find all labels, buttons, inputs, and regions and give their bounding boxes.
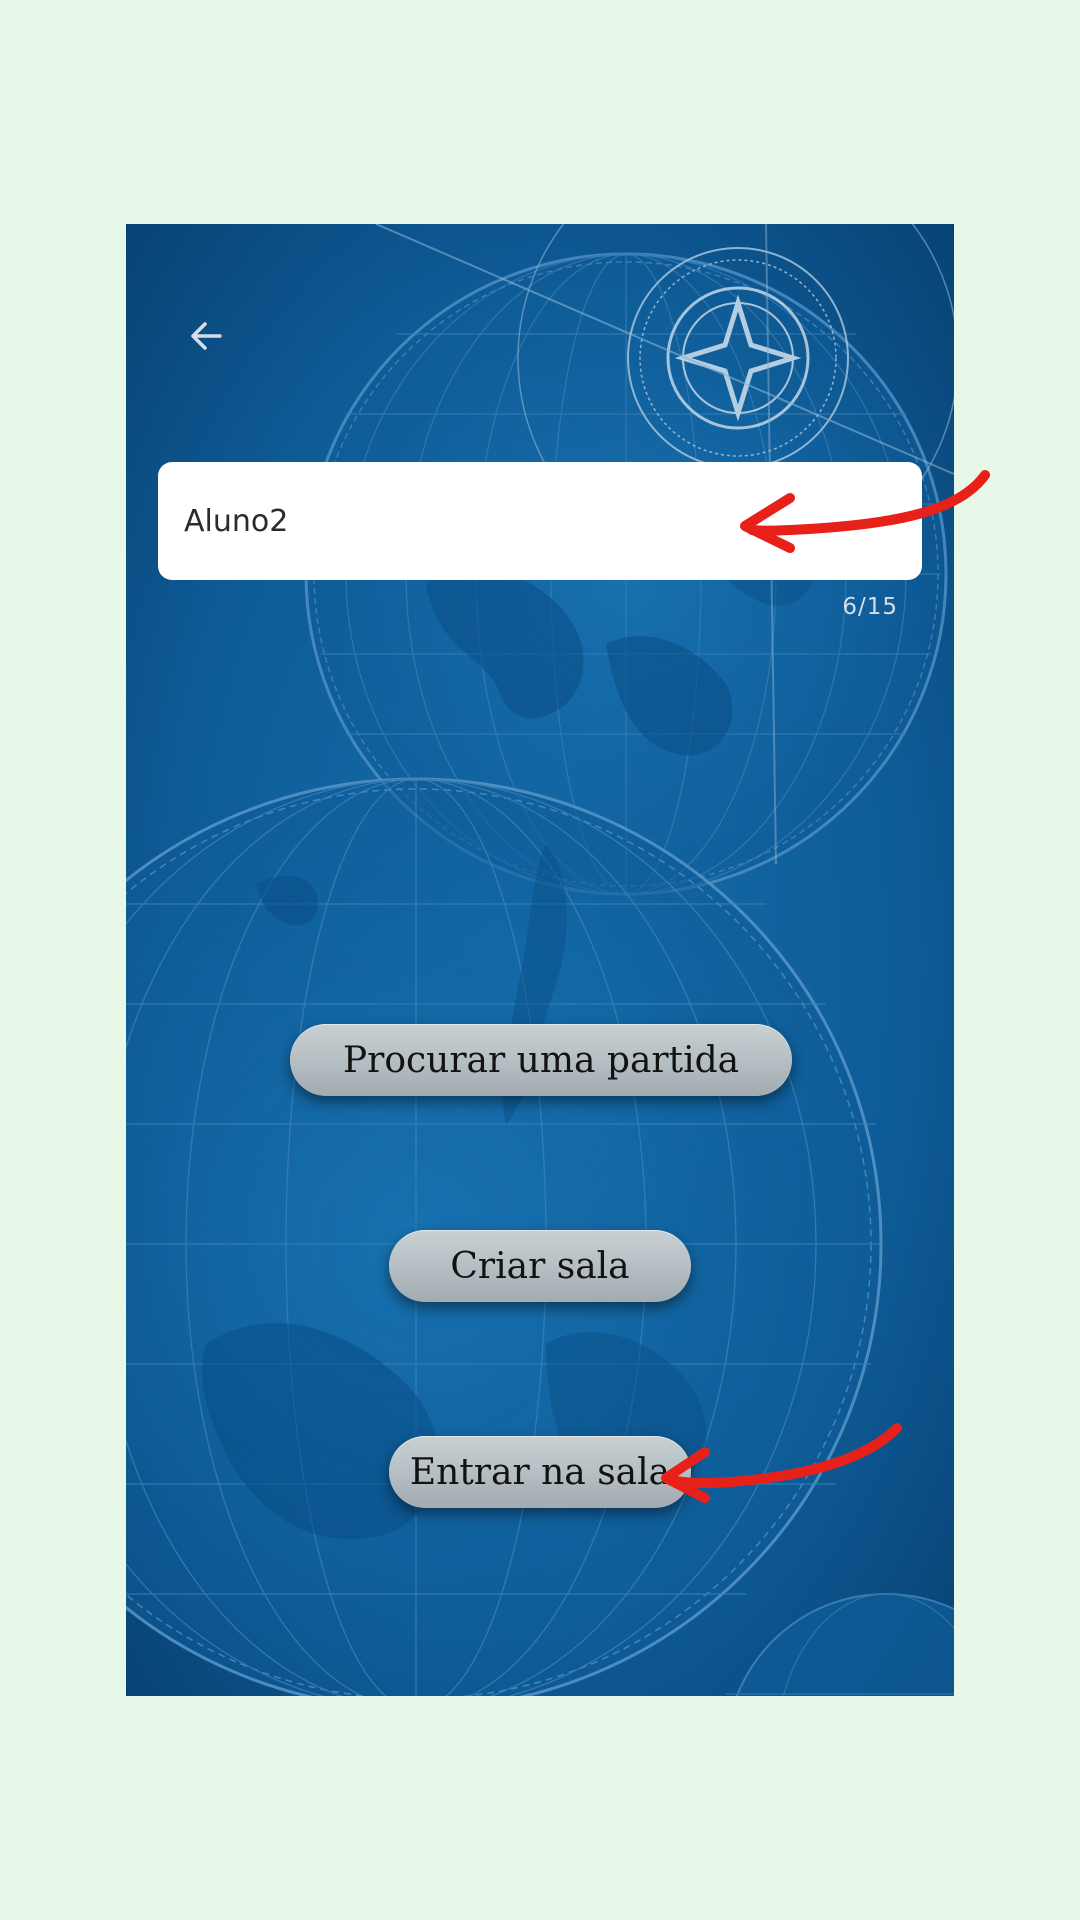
back-button[interactable] [178,308,234,364]
game-screen: 6/15 Procurar uma partida Criar sala Ent… [126,224,954,1696]
join-room-button[interactable]: Entrar na sala [389,1436,691,1508]
player-name-field[interactable] [158,462,922,580]
find-match-button[interactable]: Procurar uma partida [290,1024,792,1096]
character-counter: 6/15 [842,594,898,620]
player-name-input[interactable] [184,503,896,539]
create-room-button[interactable]: Criar sala [389,1230,691,1302]
arrow-left-icon [191,322,222,350]
